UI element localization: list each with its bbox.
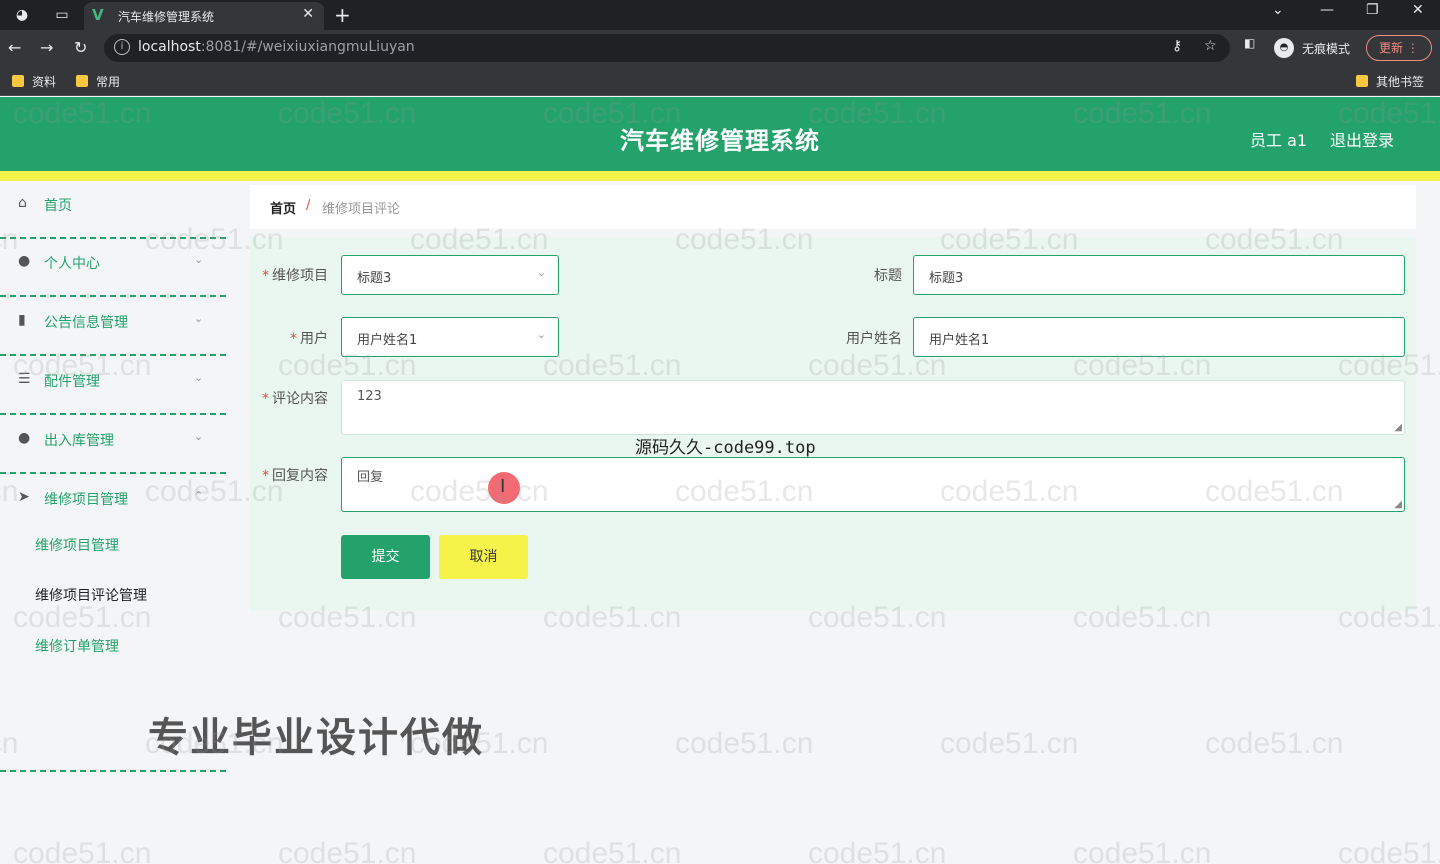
bookmark-folder-ziliao[interactable]: 资料 — [12, 73, 56, 90]
title-label: 标题 — [874, 268, 902, 284]
bulb-icon: ● — [18, 430, 31, 446]
tab-search-icon[interactable]: ⌄ — [1272, 2, 1284, 18]
tab-title: 汽车维修管理系统 — [118, 10, 215, 24]
new-tab-icon[interactable]: + — [334, 3, 351, 27]
browser-tab-bar: ◕ ▭ V 汽车维修管理系统 ✕ + ⌄ — ❐ ✕ — [0, 0, 1440, 30]
breadcrumb-current: 维修项目评论 — [322, 202, 401, 217]
chevron-down-icon: ⌄ — [194, 371, 204, 384]
app-page: 汽车维修管理系统 员工 a1 退出登录 ⌂ 首页 ● 个人中心 ⌄ ▮ 公告信息… — [0, 97, 1440, 864]
tab-overview-icon[interactable]: ▭ — [52, 5, 72, 25]
watermark-text: code51.cn — [278, 837, 417, 864]
chevron-down-icon: ⌄ — [536, 328, 546, 341]
submit-button[interactable]: 提交 — [341, 535, 430, 579]
watermark-text: code51.cn — [675, 727, 814, 760]
sidebar-item-profile[interactable]: ● 个人中心 ⌄ — [0, 239, 226, 297]
app-title: 汽车维修管理系统 — [620, 127, 820, 155]
bookmark-folder-other[interactable]: 其他书签 — [1356, 73, 1424, 90]
side-panel-icon[interactable]: ◧ — [1244, 36, 1255, 50]
breadcrumb-separator: / — [306, 198, 311, 213]
folder-icon — [12, 75, 24, 87]
sidebar-item-label: 配件管理 — [44, 374, 100, 390]
minimize-icon[interactable]: — — [1320, 2, 1334, 18]
reload-icon[interactable]: ↻ — [74, 38, 87, 57]
vue-favicon-icon: V — [92, 6, 104, 24]
overlay-ad-text: 专业毕业设计代做 — [148, 715, 484, 761]
app-header: 汽车维修管理系统 员工 a1 退出登录 — [0, 97, 1440, 171]
browser-menu-icon[interactable]: ◕ — [12, 5, 32, 25]
text-cursor-icon: I — [500, 476, 506, 497]
header-accent-strip — [0, 171, 1440, 181]
breadcrumb-home[interactable]: 首页 — [270, 198, 296, 217]
watermark-text: code51.cn — [1205, 727, 1344, 760]
chevron-down-icon: ⌄ — [536, 266, 546, 279]
sidebar-item-parts[interactable]: ☰ 配件管理 ⌄ — [0, 357, 226, 415]
site-info-icon[interactable]: i — [114, 39, 130, 55]
current-user[interactable]: 员工 a1 — [1250, 127, 1307, 151]
chevron-up-icon: ⌃ — [194, 489, 204, 502]
bookmarks-bar: 资料 常用 其他书签 — [0, 66, 1440, 96]
restore-icon[interactable]: ❐ — [1366, 2, 1379, 18]
sidebar-item-stock[interactable]: ● 出入库管理 ⌄ — [0, 416, 226, 474]
home-icon: ⌂ — [18, 195, 27, 211]
chevron-down-icon: ⌄ — [194, 430, 204, 443]
resize-handle-icon[interactable]: ◢ — [1394, 422, 1402, 433]
sidebar-item-label: 公告信息管理 — [44, 315, 128, 331]
sidebar-item-label: 个人中心 — [44, 256, 100, 272]
bookmark-folder-changyong[interactable]: 常用 — [76, 73, 120, 90]
comment-form: * 维修项目 标题3 ⌄ 标题 标题3 * 用户 用户姓名1 ⌄ 用户姓名 用户姓名… — [250, 237, 1416, 611]
submenu-item-repair-projects[interactable]: 维修项目管理 — [35, 535, 119, 555]
browser-tab[interactable]: V 汽车维修管理系统 ✕ — [84, 2, 324, 30]
update-button[interactable]: 更新 ⋮ — [1366, 35, 1432, 61]
title-field[interactable]: 标题3 — [913, 255, 1405, 295]
overlay-code-text: 源码久久-code99.top — [635, 438, 816, 458]
comment-textarea[interactable]: 123 ◢ — [341, 380, 1405, 435]
window-close-icon[interactable]: ✕ — [1412, 2, 1424, 18]
sliders-icon: ☰ — [18, 371, 31, 387]
user-select[interactable]: 用户姓名1 ⌄ — [341, 317, 559, 357]
sidebar-item-label: 维修项目管理 — [44, 492, 128, 508]
user-icon: ● — [18, 253, 31, 269]
folder-icon — [76, 75, 88, 87]
sidebar-item-notices[interactable]: ▮ 公告信息管理 ⌄ — [0, 298, 226, 356]
incognito-icon[interactable]: ◓ — [1274, 38, 1294, 58]
sidebar-item-label: 首页 — [44, 198, 72, 214]
user-label: * 用户 — [290, 331, 328, 347]
send-icon: ➤ — [18, 489, 30, 505]
address-bar[interactable]: i localhost:8081/#/weixiuxiangmuLiuyan ⚷… — [104, 34, 1230, 62]
watermark-text: code51.cn — [1073, 837, 1212, 864]
chevron-down-icon: ⌄ — [194, 312, 204, 325]
comment-label: * 评论内容 — [262, 391, 328, 407]
username-label: 用户姓名 — [846, 331, 902, 347]
reply-label: * 回复内容 — [262, 468, 328, 484]
project-label: * 维修项目 — [262, 268, 328, 284]
username-field[interactable]: 用户姓名1 — [913, 317, 1405, 357]
submenu-item-repair-orders[interactable]: 维修订单管理 — [35, 636, 119, 656]
sidebar-item-label: 出入库管理 — [44, 433, 114, 449]
logout-link[interactable]: 退出登录 — [1330, 127, 1394, 151]
watermark-text: code51.cn — [1338, 837, 1440, 864]
chevron-down-icon: ⌄ — [194, 253, 204, 266]
browser-toolbar: ← → ↻ i localhost:8081/#/weixiuxiangmuLi… — [0, 30, 1440, 66]
submenu-item-repair-comments[interactable]: 维修项目评论管理 — [35, 585, 147, 605]
watermark-text: code51.cn — [940, 727, 1079, 760]
breadcrumb: 首页 / 维修项目评论 — [250, 185, 1416, 229]
url-text: localhost:8081/#/weixiuxiangmuLiuyan — [138, 39, 415, 55]
bar-chart-icon: ▮ — [18, 312, 26, 328]
bookmark-star-icon[interactable]: ☆ — [1204, 38, 1217, 54]
tab-close-icon[interactable]: ✕ — [302, 6, 314, 22]
folder-icon — [1356, 75, 1368, 87]
project-select[interactable]: 标题3 ⌄ — [341, 255, 559, 295]
watermark-text: code51.cn — [808, 837, 947, 864]
sidebar-item-home[interactable]: ⌂ 首页 — [0, 181, 226, 239]
incognito-label: 无痕模式 — [1302, 42, 1351, 56]
watermark-text: code51.cn — [543, 837, 682, 864]
back-icon[interactable]: ← — [8, 38, 21, 57]
resize-handle-icon[interactable]: ◢ — [1394, 499, 1402, 510]
cancel-button[interactable]: 取消 — [439, 535, 528, 579]
key-icon[interactable]: ⚷ — [1172, 38, 1182, 54]
forward-icon[interactable]: → — [40, 38, 53, 57]
